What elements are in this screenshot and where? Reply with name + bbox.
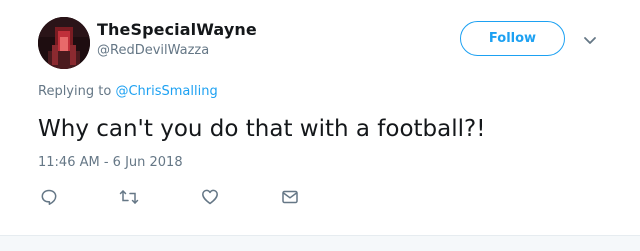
avatar[interactable] [38, 17, 90, 69]
heart-icon[interactable] [201, 188, 219, 206]
replying-to-link[interactable]: @ChrisSmalling [115, 84, 217, 99]
chevron-down-icon[interactable] [580, 30, 600, 50]
replying-prefix: Replying to [38, 84, 112, 99]
timeline-background [0, 236, 640, 251]
tweet-timestamp[interactable]: 11:46 AM - 6 Jun 2018 [38, 155, 183, 170]
tweet-card: TheSpecialWayne @RedDevilWazza Follow Re… [0, 0, 640, 236]
reply-icon[interactable] [40, 188, 58, 206]
replying-to: Replying to @ChrisSmalling [38, 84, 218, 99]
display-name[interactable]: TheSpecialWayne [97, 20, 257, 39]
follow-button[interactable]: Follow [460, 21, 565, 56]
user-handle[interactable]: @RedDevilWazza [97, 43, 209, 58]
envelope-icon[interactable] [281, 188, 299, 206]
retweet-icon[interactable] [119, 188, 139, 206]
tweet-text: Why can't you do that with a football?! [38, 116, 486, 142]
